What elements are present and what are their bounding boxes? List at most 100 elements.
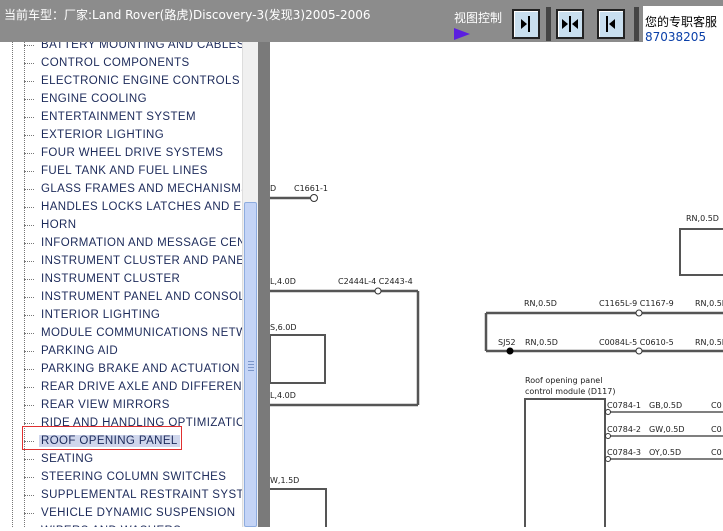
tree-connector-line [24,387,34,388]
tree-item-label: INTERIOR LIGHTING [41,309,161,321]
tree-connector-line [24,135,34,136]
pin-label: C0784-3 [607,448,641,457]
collapse-left-panel-button[interactable] [512,9,540,39]
tree-item[interactable]: MODULE COMMUNICATIONS NETWORK [0,325,242,343]
tree-item[interactable]: REAR DRIVE AXLE AND DIFFERENTIAL [0,379,242,397]
tree-item[interactable]: EXTERIOR LIGHTING [0,127,242,145]
tree-item-label: VEHICLE DYNAMIC SUSPENSION [41,507,236,519]
tree-item[interactable]: FUEL TANK AND FUEL LINES [0,163,242,181]
wire-label: RN,0.5D [524,299,557,308]
tree-connector-line [24,351,34,352]
top-bar: 当前车型：厂家:Land Rover(路虎)Discovery-3(发现3)20… [0,0,723,44]
connector-label: C0084L-5 C0610-5 [599,338,674,347]
tree-connector-line [24,495,34,496]
tree-item-label: FOUR WHEEL DRIVE SYSTEMS [41,147,224,159]
panel-left-arrow-icon [521,16,530,32]
wire-label: OY,0.5D [649,448,681,457]
tree-item[interactable]: SEATING [0,451,242,469]
wire-label: L,4.0D [270,277,296,286]
splice-sj52 [506,347,514,355]
tree-connector-line [24,243,34,244]
tree-item[interactable]: INTERIOR LIGHTING [0,307,242,325]
split-arrows-icon [562,16,578,32]
view-control-label: 视图控制 [454,11,503,25]
tree-item[interactable]: ENTERTAINMENT SYSTEM [0,109,242,127]
tree-item[interactable]: GLASS FRAMES AND MECHANISMS [0,181,242,199]
connector-c0084 [635,347,643,355]
tree-item-label: STEERING COLUMN SWITCHES [41,471,227,483]
tree-item[interactable]: INFORMATION AND MESSAGE CENTER [0,235,242,253]
pin-c0784-2 [605,433,611,439]
tree-item[interactable]: INSTRUMENT PANEL AND CONSOLE [0,289,242,307]
tree-item[interactable]: HORN [0,217,242,235]
tree-connector-line [24,513,34,514]
tree-item[interactable]: PARKING AID [0,343,242,361]
connector-label: C1661-1 [294,184,328,193]
tree-connector-line [24,459,34,460]
tree-item-label: REAR VIEW MIRRORS [41,399,170,411]
connector-label: C1165L-9 C1167-9 [599,299,674,308]
scroll-grip-icon [248,361,254,373]
tree-item[interactable]: WIPERS AND WASHERS [0,523,242,527]
wire-label: GB,0.5D [649,401,682,410]
tree-item-label: HORN [41,219,77,231]
tree-connector-line [24,423,34,424]
expand-left-panel-button[interactable] [597,9,625,39]
tree-connector-line [24,297,34,298]
tree-item[interactable]: VEHICLE DYNAMIC SUSPENSION [0,505,242,523]
tree-item[interactable]: ENGINE COOLING [0,91,242,109]
tree-connector-line [24,207,34,208]
tree-item[interactable]: SUPPLEMENTAL RESTRAINT SYSTEM [0,487,242,505]
contact-panel: 您的专职客服 87038205 [643,6,723,44]
pin-label: C0 [711,401,722,410]
tree-item-label: CONTROL COMPONENTS [41,57,190,69]
tree-item[interactable]: REAR VIEW MIRRORS [0,397,242,415]
wire-label: RN,0.5D [686,214,719,223]
tree-connector-line [24,333,34,334]
pin-label: C0784-1 [607,401,641,410]
view-control-arrow-icon [454,28,470,40]
tree-item-label: PARKING BRAKE AND ACTUATION [41,363,240,375]
tree-item-label: INFORMATION AND MESSAGE CENTER [41,237,242,249]
tree-connector-line [24,81,34,82]
tree-item[interactable]: INSTRUMENT CLUSTER [0,271,242,289]
pane-splitter[interactable] [258,42,270,527]
wire-label: RN,0.5D [525,338,558,347]
pin-c0784-1 [605,409,611,415]
tree-connector-line [24,369,34,370]
panel-right-arrow-icon [606,16,615,32]
tree-item[interactable]: BATTERY MOUNTING AND CABLES [0,42,242,55]
wire-label: S,6.0D [270,323,297,332]
module-title: Roof opening panel [525,376,602,385]
tree-connector-line [24,45,34,46]
tree-connector-line [24,225,34,226]
button-separator [546,7,551,41]
tree-item[interactable]: STEERING COLUMN SWITCHES [0,469,242,487]
tree-connector-line [24,153,34,154]
tree-item-label: ENGINE COOLING [41,93,147,105]
connector-c1165 [635,309,643,317]
scroll-thumb[interactable] [244,202,257,527]
split-view-button[interactable] [556,9,584,39]
tree-connector-line [24,279,34,280]
tree-item[interactable]: CONTROL COMPONENTS [0,55,242,73]
tree-item[interactable]: INSTRUMENT CLUSTER AND PANEL [0,253,242,271]
tree-item-label: SEATING [41,453,94,465]
tree-scrollbar[interactable] [242,42,258,527]
tree-item-label: INSTRUMENT PANEL AND CONSOLE [41,291,242,303]
tree-connector-line [24,63,34,64]
pin-label: C0 [711,425,722,434]
tree-item[interactable]: HANDLES LOCKS LATCHES AND ENTRY [0,199,242,217]
contact-label: 您的专职客服 [645,15,718,29]
tree-item-label: BATTERY MOUNTING AND CABLES [41,42,242,51]
tree-item-label: ENTERTAINMENT SYSTEM [41,111,196,123]
wire-label: D [270,184,276,193]
connector-label: C2444L-4 C2443-4 [338,277,413,286]
wiring-diagram-canvas: D C1661-1 RN,0.5D L,4.0D C2444L-4 C2443-… [269,184,723,531]
tree-item-label: INSTRUMENT CLUSTER AND PANEL [41,255,242,267]
tree-item[interactable]: FOUR WHEEL DRIVE SYSTEMS [0,145,242,163]
tree-item[interactable]: ELECTRONIC ENGINE CONTROLS [0,73,242,91]
tree-item-label: FUEL TANK AND FUEL LINES [41,165,208,177]
tree-connector-line [24,315,34,316]
tree-item[interactable]: PARKING BRAKE AND ACTUATION [0,361,242,379]
